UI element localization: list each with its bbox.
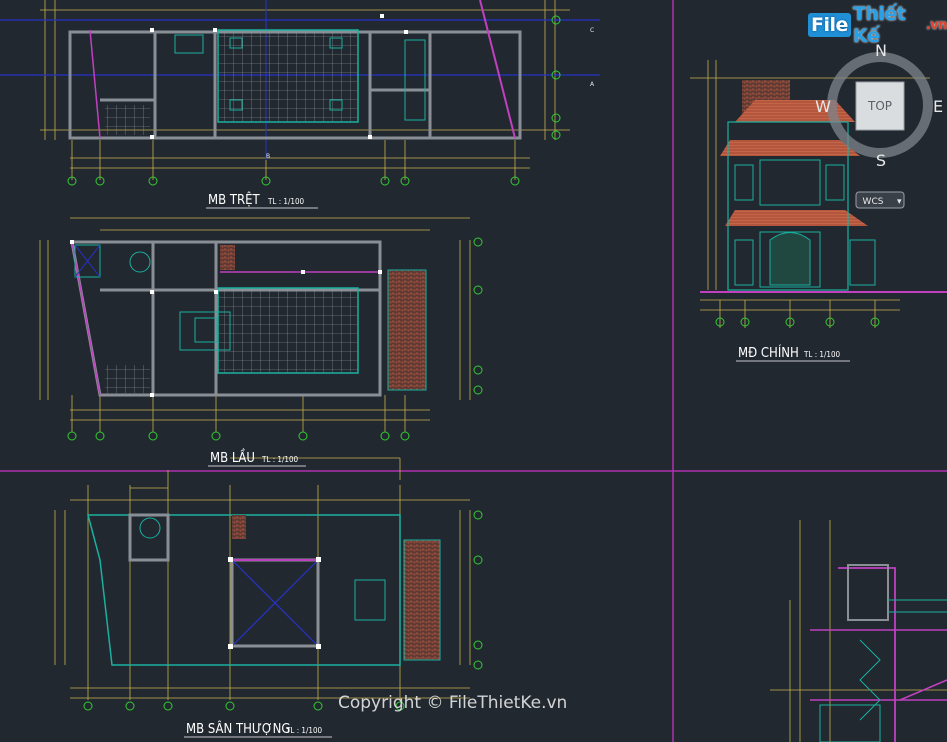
ground-plan-scale: TL : 1/100: [267, 197, 305, 206]
ground-plan-title: MB TRỆT: [208, 192, 260, 208]
viewcube[interactable]: TOP N S E W WCS ▾: [815, 41, 943, 209]
svg-text:B: B: [266, 153, 270, 160]
svg-text:C: C: [590, 27, 594, 34]
wcs-label: WCS: [863, 197, 884, 207]
chevron-down-icon: ▾: [897, 197, 902, 207]
logo-tld: .vn: [925, 17, 947, 33]
building-section[interactable]: [770, 520, 947, 742]
elevation-title: MĐ CHÍNH: [738, 345, 799, 361]
cad-model-space[interactable]: C A B MB TRỆT TL : 1/100 MB LẦU TL: 1/1…: [0, 0, 947, 742]
compass-east[interactable]: E: [933, 97, 943, 116]
filethietke-logo: File Thiết Kế .vn: [808, 3, 947, 47]
upper-plan-scale: TL : 1/100: [261, 455, 299, 464]
roof-plan-scale: TL : 1/100: [285, 726, 323, 735]
compass-south[interactable]: S: [876, 151, 886, 170]
svg-text:A: A: [590, 81, 595, 88]
logo-thietke: Thiết Kế: [852, 3, 906, 47]
copyright-watermark: Copyright © FileThietKe.vn: [338, 693, 568, 713]
upper-floor-plan[interactable]: MB LẦU TL : 1/100: [39, 217, 483, 480]
viewcube-top-label: TOP: [867, 99, 892, 113]
compass-west[interactable]: W: [815, 97, 831, 116]
roof-plan-title: MB SÂN THƯỢNG: [186, 721, 290, 737]
ground-floor-plan[interactable]: C A B MB TRỆT TL : 1/100: [0, 0, 600, 209]
elevation-scale: TL : 1/100: [803, 350, 841, 359]
logo-file: File: [808, 13, 851, 37]
upper-plan-title: MB LẦU: [210, 449, 255, 466]
